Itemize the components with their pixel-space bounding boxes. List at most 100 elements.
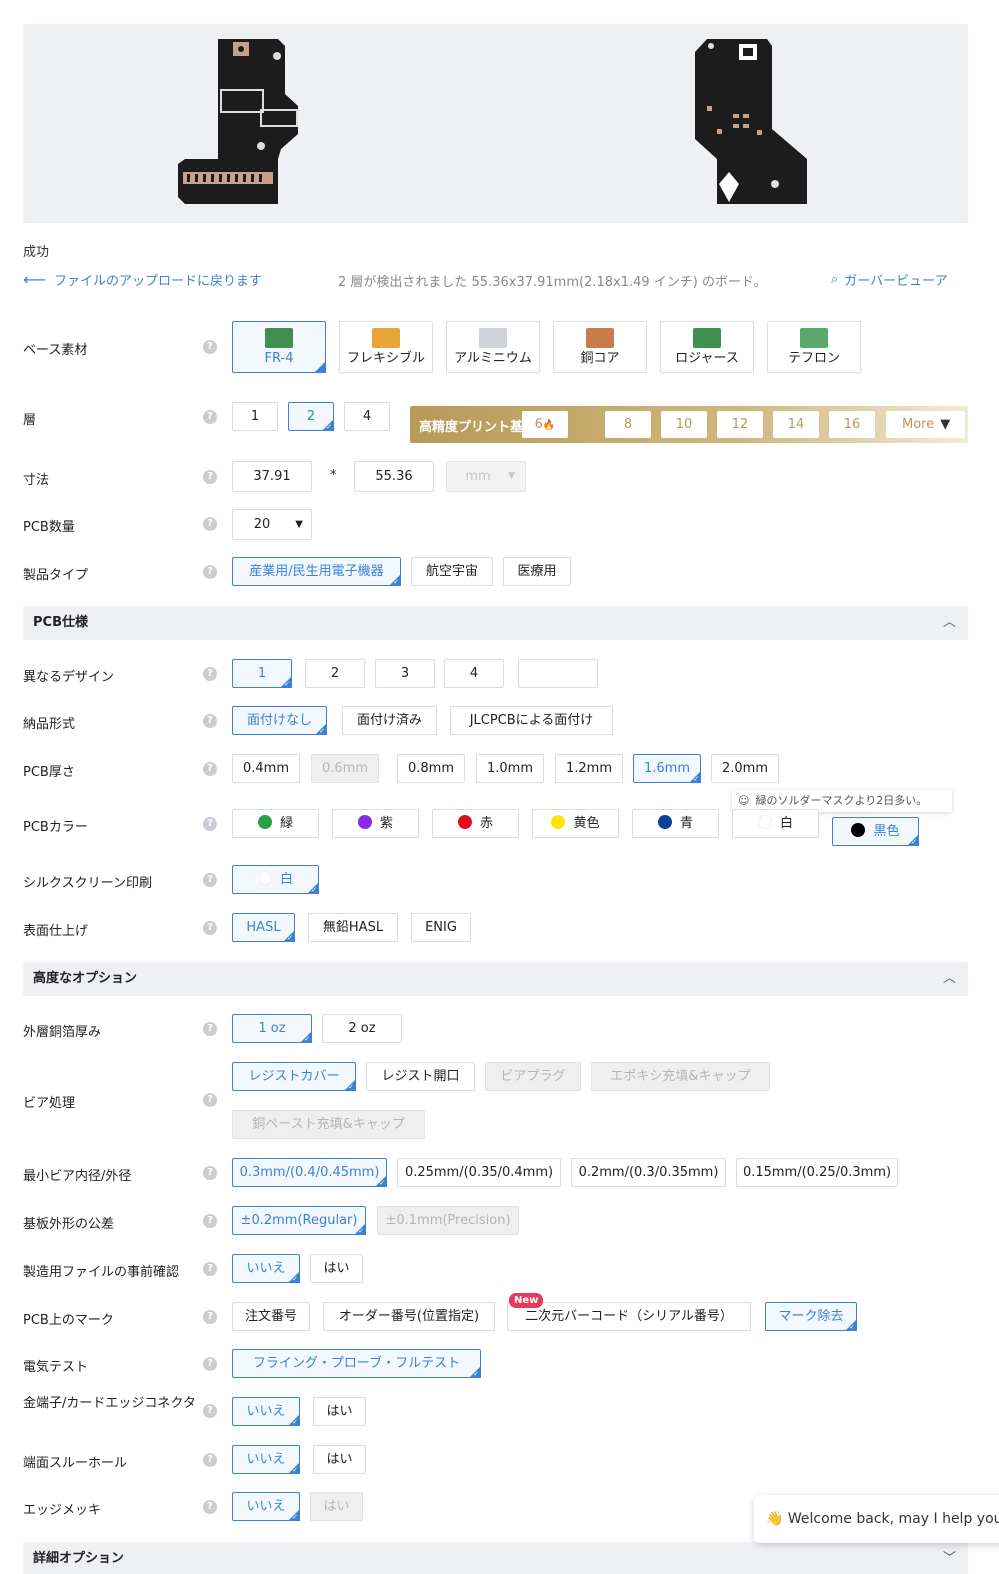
thickness-0-4[interactable]: 0.4mm <box>232 754 300 783</box>
copper-1oz[interactable]: 1 oz <box>232 1014 312 1045</box>
thickness-1-2[interactable]: 1.2mm <box>555 754 623 783</box>
min-via-0-3[interactable]: 0.3mm/(0.4/0.45mm) <box>232 1158 387 1189</box>
design-custom-input[interactable] <box>518 659 598 688</box>
material-option[interactable]: アルミニウム <box>446 321 540 373</box>
more-layers-dropdown[interactable]: More ▼ <box>886 411 965 438</box>
mark-2d-barcode[interactable]: 二次元バーコード（シリアル番号） <box>507 1302 751 1331</box>
delivery-single[interactable]: 面付けなし <box>232 706 327 737</box>
layer-option-6[interactable]: 6🔥 <box>522 411 568 438</box>
thickness-0-8[interactable]: 0.8mm <box>397 754 465 783</box>
layer-option-4[interactable]: 4 <box>344 402 390 431</box>
design-option-1[interactable]: 1 <box>232 659 292 690</box>
product-type-medical[interactable]: 医療用 <box>503 557 571 586</box>
layer-option-2[interactable]: 2 <box>288 402 334 433</box>
help-icon[interactable]: ? <box>203 1310 217 1324</box>
tolerance-regular[interactable]: ±0.2mm(Regular) <box>232 1206 366 1237</box>
help-icon[interactable]: ? <box>203 1404 217 1418</box>
layer-option-10[interactable]: 10 <box>661 411 707 438</box>
help-icon[interactable]: ? <box>203 921 217 935</box>
help-icon[interactable]: ? <box>203 714 217 728</box>
pcb-color-option[interactable]: 青 <box>632 809 719 838</box>
help-icon[interactable]: ? <box>203 1214 217 1228</box>
design-option-4[interactable]: 4 <box>444 659 504 688</box>
chat-widget[interactable]: 👋 Welcome back, may I help you? <box>754 1495 999 1543</box>
help-icon[interactable]: ? <box>203 565 217 579</box>
label-confirm-production: 製造用ファイルの事前確認 <box>23 1265 180 1280</box>
via-tented[interactable]: レジストカバー <box>232 1062 356 1093</box>
pcb-color-option[interactable]: 黄色 <box>532 809 619 838</box>
help-icon[interactable]: ? <box>203 410 217 424</box>
help-icon[interactable]: ? <box>203 340 217 354</box>
via-untented[interactable]: レジスト開口 <box>366 1062 475 1091</box>
finish-lead-free-hasl[interactable]: 無鉛HASL <box>308 913 398 942</box>
pcb-color-option[interactable]: 緑 <box>232 809 319 838</box>
help-icon[interactable]: ? <box>203 517 217 531</box>
layer-option-16[interactable]: 16 <box>829 411 875 438</box>
qty-select[interactable]: 20 ▼ <box>232 509 312 540</box>
confirm-yes[interactable]: はい <box>310 1254 363 1283</box>
help-icon[interactable]: ? <box>203 1022 217 1036</box>
mark-order-number[interactable]: 注文番号 <box>232 1302 310 1331</box>
help-icon[interactable]: ? <box>203 1093 217 1107</box>
chevron-up-icon: ︿ <box>942 971 956 986</box>
silkscreen-white[interactable]: 白 <box>232 865 319 896</box>
castellated-yes[interactable]: はい <box>313 1445 366 1474</box>
confirm-no[interactable]: いいえ <box>232 1254 300 1285</box>
help-icon[interactable]: ? <box>203 762 217 776</box>
copper-2oz[interactable]: 2 oz <box>322 1014 402 1043</box>
help-icon[interactable]: ? <box>203 1453 217 1467</box>
material-option[interactable]: 銅コア <box>553 321 647 373</box>
thickness-1-0[interactable]: 1.0mm <box>476 754 544 783</box>
gerber-viewer-link[interactable]: ⌕ ガーバービューア <box>831 270 948 289</box>
layer-option-14[interactable]: 14 <box>773 411 819 438</box>
product-type-industrial[interactable]: 産業用/民生用電子機器 <box>232 557 401 588</box>
castellated-no[interactable]: いいえ <box>232 1445 300 1476</box>
product-type-aerospace[interactable]: 航空宇宙 <box>411 557 493 586</box>
edge-plating-no[interactable]: いいえ <box>232 1492 300 1523</box>
material-option[interactable]: テフロン <box>767 321 861 373</box>
layer-option-8[interactable]: 8 <box>605 411 651 438</box>
help-icon[interactable]: ? <box>203 1357 217 1371</box>
delivery-panel-jlcpcb[interactable]: JLCPCBによる面付け <box>450 706 613 735</box>
thickness-1-6[interactable]: 1.6mm <box>633 754 701 785</box>
pcb-color-option[interactable]: 黒色 <box>832 817 919 848</box>
height-input[interactable]: 55.36 <box>354 461 434 492</box>
pcb-color-option[interactable]: 紫 <box>332 809 419 838</box>
min-via-0-15[interactable]: 0.15mm/(0.25/0.3mm) <box>736 1158 898 1187</box>
finish-enig[interactable]: ENIG <box>411 913 471 942</box>
help-icon[interactable]: ? <box>203 1166 217 1180</box>
help-icon[interactable]: ? <box>203 1262 217 1276</box>
help-icon[interactable]: ? <box>203 1500 217 1514</box>
delivery-panel-customer[interactable]: 面付け済み <box>342 706 437 735</box>
color-swatch <box>357 815 372 829</box>
mark-order-number-specify[interactable]: オーダー番号(位置指定) <box>323 1302 495 1331</box>
pcb-color-option[interactable]: 白 <box>732 809 819 838</box>
back-to-upload-link[interactable]: ⟵ ファイルのアップロードに戻ります <box>23 270 262 289</box>
layer-option-12[interactable]: 12 <box>717 411 763 438</box>
section-detail-options[interactable]: 詳細オプション ﹀ <box>23 1542 968 1574</box>
min-via-0-25[interactable]: 0.25mm/(0.35/0.4mm) <box>397 1158 561 1187</box>
finish-hasl[interactable]: HASL <box>232 913 295 944</box>
gold-fingers-yes[interactable]: はい <box>313 1397 366 1426</box>
layer-6-label: 6 <box>534 417 543 432</box>
width-input[interactable]: 37.91 <box>232 461 312 492</box>
material-option[interactable]: ロジャース <box>660 321 754 373</box>
gold-fingers-no[interactable]: いいえ <box>232 1397 300 1428</box>
help-icon[interactable]: ? <box>203 667 217 681</box>
mark-remove[interactable]: マーク除去 <box>765 1302 857 1333</box>
design-option-3[interactable]: 3 <box>375 659 435 688</box>
design-option-2[interactable]: 2 <box>305 659 365 688</box>
unit-select[interactable]: mm ▼ <box>446 461 526 492</box>
help-icon[interactable]: ? <box>203 817 217 831</box>
section-pcb-spec[interactable]: PCB仕様 ︿ <box>23 606 968 640</box>
layer-option-1[interactable]: 1 <box>232 402 278 431</box>
pcb-color-option[interactable]: 赤 <box>432 809 519 838</box>
min-via-0-2[interactable]: 0.2mm/(0.3/0.35mm) <box>571 1158 726 1187</box>
material-option[interactable]: FR-4 <box>232 321 326 373</box>
etest-flying-probe[interactable]: フライング・プローブ・フルテスト <box>232 1349 481 1380</box>
material-option[interactable]: フレキシブル <box>339 321 433 373</box>
section-advanced[interactable]: 高度なオプション ︿ <box>23 962 968 996</box>
help-icon[interactable]: ? <box>203 873 217 887</box>
help-icon[interactable]: ? <box>203 470 217 484</box>
thickness-2-0[interactable]: 2.0mm <box>711 754 779 783</box>
